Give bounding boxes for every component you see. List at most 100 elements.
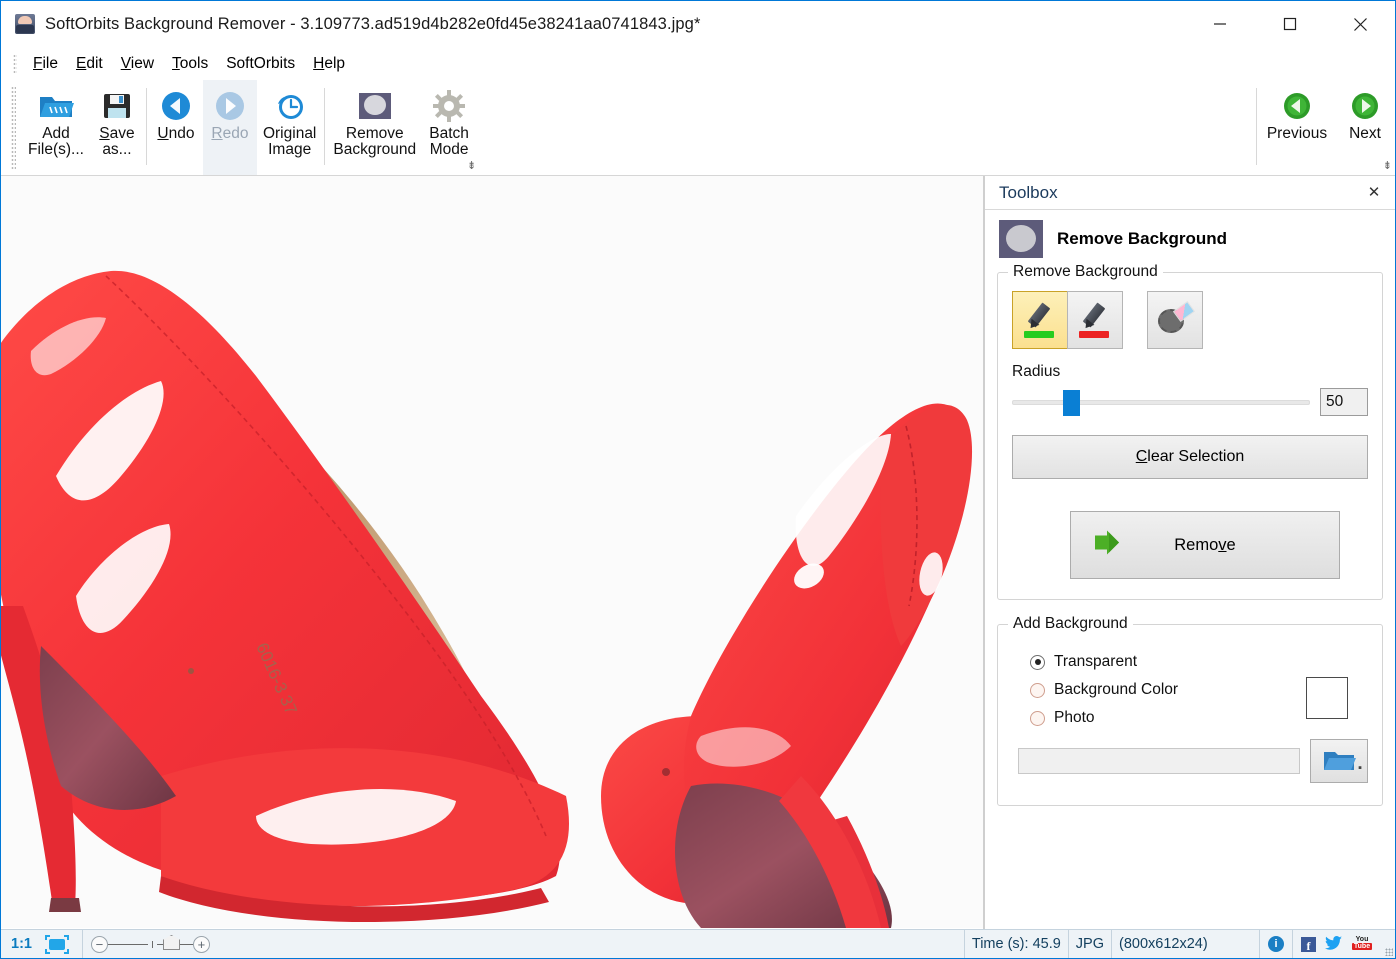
clear-selection-button[interactable]: Clear Selection xyxy=(1012,435,1368,479)
remove-background-button[interactable]: Remove Background xyxy=(327,80,422,175)
info-icon: i xyxy=(1268,936,1284,952)
photo-radio[interactable] xyxy=(1030,711,1045,726)
double-arrow-icon xyxy=(1093,530,1127,561)
toolbox-close-icon[interactable]: ✕ xyxy=(1363,182,1385,204)
youtube-tube-text: Tube xyxy=(1352,943,1372,950)
menu-grip-handle[interactable] xyxy=(13,54,17,74)
maximize-button[interactable] xyxy=(1255,1,1325,47)
toolbar-history-group: Undo Redo xyxy=(149,80,322,175)
photo-label: Photo xyxy=(1054,709,1095,727)
zoom-ratio-label[interactable]: 1:1 xyxy=(1,930,39,958)
next-label: Next xyxy=(1349,126,1381,142)
fit-to-window-button[interactable] xyxy=(39,930,83,958)
image-canvas[interactable]: 6016-3 37 xyxy=(1,176,984,929)
option-transparent[interactable]: Transparent xyxy=(1030,653,1368,671)
remove-button[interactable]: Remove xyxy=(1070,511,1340,579)
marker-tool-row xyxy=(1012,291,1368,349)
floppy-save-icon xyxy=(102,86,132,126)
browse-photo-button[interactable]: ▪ xyxy=(1310,739,1368,783)
youtube-you-text: You xyxy=(1356,936,1369,943)
batch-mode-label: Batch Mode xyxy=(429,126,469,158)
toolbar-overflow-right-icon[interactable]: ⇟ xyxy=(1383,161,1392,172)
menu-file[interactable]: FFileile xyxy=(24,52,67,76)
redo-arrow-icon xyxy=(214,86,246,126)
remove-marker-tool-button[interactable] xyxy=(1067,291,1123,349)
menu-help[interactable]: Help xyxy=(304,52,354,76)
toolbar-separator-2 xyxy=(324,88,325,165)
keep-marker-tool-button[interactable] xyxy=(1012,291,1068,349)
file-format-label: JPG xyxy=(1069,930,1112,958)
menu-bar: FFileile Edit View Tools SoftOrbits Help xyxy=(1,47,1395,80)
remove-background-icon xyxy=(357,86,393,126)
menu-edit[interactable]: Edit xyxy=(67,52,112,76)
menu-softorbits[interactable]: SoftOrbits xyxy=(217,52,304,76)
toolbar-file-group: Add File(s)... Save as... xyxy=(22,80,144,175)
toolbox-header: Toolbox ✕ xyxy=(985,176,1395,210)
menu-tools[interactable]: Tools xyxy=(163,52,217,76)
radius-slider-thumb[interactable] xyxy=(1063,390,1080,416)
add-background-group-legend: Add Background xyxy=(1008,615,1133,633)
close-button[interactable] xyxy=(1325,1,1395,47)
toolbar-overflow-left-icon[interactable]: ⇟ xyxy=(467,161,476,172)
save-as-button[interactable]: Save as... xyxy=(90,80,144,175)
youtube-icon[interactable]: You Tube xyxy=(1351,936,1373,953)
original-image-button[interactable]: Original Image xyxy=(257,80,322,175)
clear-selection-label: Clear Selection xyxy=(1136,448,1245,466)
redo-button[interactable]: Redo xyxy=(203,80,257,175)
remove-background-group: Remove Background xyxy=(997,272,1383,600)
browse-dropdown-indicator[interactable]: ▪ xyxy=(1358,762,1362,774)
save-as-label: Save as... xyxy=(99,126,134,158)
radius-value-input[interactable]: 50 xyxy=(1320,388,1368,416)
clock-history-icon xyxy=(274,86,306,126)
application-window: SoftOrbits Background Remover - 3.109773… xyxy=(0,0,1396,959)
photo-path-input[interactable] xyxy=(1018,748,1300,774)
smart-eraser-tool-button[interactable] xyxy=(1147,291,1203,349)
transparent-label: Transparent xyxy=(1054,653,1137,671)
canvas-image-surface[interactable]: 6016-3 37 xyxy=(1,176,984,928)
radius-label: Radius xyxy=(1012,363,1368,381)
add-background-group: Add Background Transparent Background Co… xyxy=(997,624,1383,806)
shoes-photo: 6016-3 37 xyxy=(1,176,984,928)
active-tool-title: Remove Background xyxy=(1057,229,1227,249)
minimize-button[interactable] xyxy=(1185,1,1255,47)
title-bar: SoftOrbits Background Remover - 3.109773… xyxy=(1,1,1395,47)
undo-button[interactable]: Undo xyxy=(149,80,203,175)
next-arrow-icon xyxy=(1350,86,1380,126)
facebook-icon[interactable]: f xyxy=(1301,937,1316,952)
toolbar-action-group: Remove Background xyxy=(327,80,476,175)
zoom-slider-tick xyxy=(152,941,153,948)
twitter-icon[interactable] xyxy=(1325,936,1342,953)
add-files-button[interactable]: Add File(s)... xyxy=(22,80,90,175)
zoom-in-button[interactable]: + xyxy=(193,936,210,953)
radius-slider-row: 50 xyxy=(1012,387,1368,417)
zoom-slider[interactable]: − + xyxy=(83,930,218,958)
undo-label: Undo xyxy=(157,126,194,142)
toolbar-separator-3 xyxy=(1256,88,1257,165)
social-links: f You Tube xyxy=(1293,930,1381,958)
remove-background-group-legend: Remove Background xyxy=(1008,263,1163,281)
toolbar-separator-1 xyxy=(146,88,147,165)
menu-view[interactable]: View xyxy=(112,52,163,76)
open-folder-icon xyxy=(1322,748,1356,774)
toolbox-title: Toolbox xyxy=(999,183,1363,203)
redo-label: Redo xyxy=(211,126,248,142)
transparent-radio[interactable] xyxy=(1030,655,1045,670)
fit-to-window-icon xyxy=(45,935,69,954)
background-color-label: Background Color xyxy=(1054,681,1178,699)
active-tool-header: Remove Background xyxy=(985,210,1395,268)
eraser-icon xyxy=(1157,303,1193,337)
background-color-radio[interactable] xyxy=(1030,683,1045,698)
gear-icon xyxy=(433,86,465,126)
radius-slider[interactable] xyxy=(1012,387,1310,417)
zoom-slider-rail-left xyxy=(108,944,148,945)
red-pencil-icon xyxy=(1077,301,1113,339)
info-button[interactable]: i xyxy=(1260,930,1293,958)
previous-button[interactable]: Previous xyxy=(1259,80,1335,175)
main-toolbar: Add File(s)... Save as... xyxy=(1,80,1395,176)
previous-arrow-icon xyxy=(1282,86,1312,126)
resize-grip[interactable] xyxy=(1381,930,1395,958)
remove-background-tool-icon xyxy=(999,220,1043,258)
background-color-swatch[interactable] xyxy=(1306,677,1348,719)
zoom-out-button[interactable]: − xyxy=(91,936,108,953)
toolbar-grip-handle[interactable] xyxy=(11,86,16,169)
